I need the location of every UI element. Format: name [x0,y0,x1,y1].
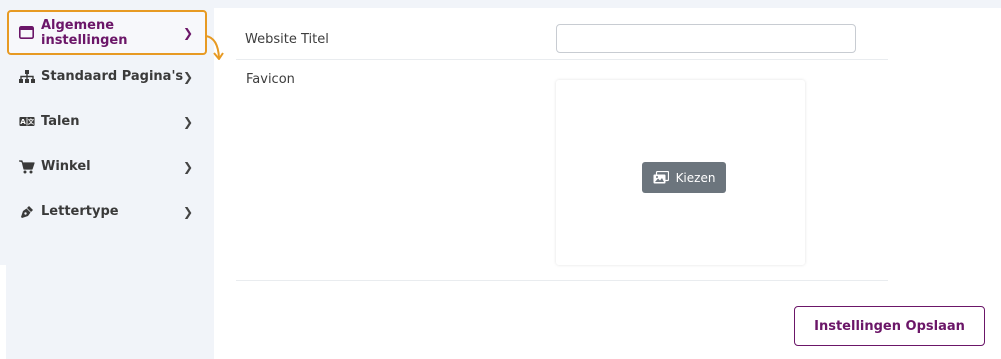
sidebar-background [6,265,214,359]
chevron-right-icon: ❯ [182,114,193,129]
sidebar-item-algemene-instellingen[interactable]: Algemene instellingen ❯ [7,10,207,55]
website-title-label: Website Titel [245,32,329,47]
language-icon: A 文 [19,115,35,129]
images-icon [653,171,669,184]
window-icon [19,26,35,40]
pen-nib-icon [19,205,35,219]
top-strip [214,0,1001,8]
sidebar-item-winkel[interactable]: Winkel ❯ [7,144,207,189]
save-settings-button[interactable]: Instellingen Opslaan [794,306,985,346]
chevron-right-icon: ❯ [182,69,193,84]
sidebar-item-lettertype[interactable]: Lettertype ❯ [7,189,207,234]
settings-page: Algemene instellingen ❯ Standaard Pagina… [0,0,1001,359]
chevron-right-icon: ❯ [182,25,193,40]
sidebar-item-standaard-paginas[interactable]: Standaard Pagina's ❯ [7,54,207,99]
choose-button-label: Kiezen [675,170,716,185]
sidebar-item-label: Standaard Pagina's [41,69,184,84]
sidebar-item-label: Winkel [41,159,91,174]
sitemap-icon [19,70,35,84]
row-divider [236,280,888,281]
chevron-right-icon: ❯ [182,204,193,219]
svg-text:文: 文 [28,118,35,126]
favicon-label: Favicon [246,72,295,87]
chevron-right-icon: ❯ [182,159,193,174]
sidebar-item-label: Lettertype [41,204,119,219]
sidebar-item-label: Algemene instellingen [40,17,128,48]
row-divider [236,59,888,60]
highlight-arrow-icon [205,35,224,60]
sidebar-item-label: Talen [41,114,80,129]
website-title-input[interactable] [556,24,856,53]
svg-text:A: A [20,117,26,126]
sidebar-item-talen[interactable]: A 文 Talen ❯ [7,99,207,144]
cart-icon [19,159,35,174]
choose-favicon-button[interactable]: Kiezen [642,162,726,193]
